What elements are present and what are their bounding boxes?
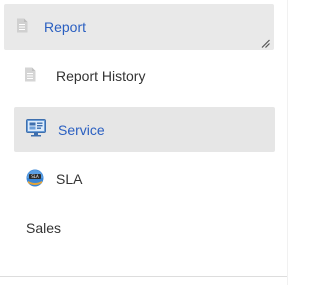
resize-handle-icon[interactable] <box>261 35 270 48</box>
menu-item-sales[interactable]: Sales <box>26 210 61 246</box>
sidebar-menu: Report Report History Service SLA SLA Sa… <box>0 0 293 285</box>
service-monitor-icon <box>26 119 46 140</box>
divider <box>0 276 287 277</box>
menu-item-report-history[interactable]: Report History <box>24 58 145 94</box>
menu-item-label: Sales <box>26 220 62 236</box>
report-group-label: Report <box>44 19 87 35</box>
document-icon <box>24 67 36 85</box>
menu-item-label: Report History <box>56 68 146 84</box>
report-group-header[interactable]: Report <box>4 4 274 50</box>
sla-globe-icon: SLA <box>26 169 44 190</box>
panel-edge <box>287 0 288 285</box>
menu-item-sla[interactable]: SLA SLA <box>26 161 82 197</box>
menu-item-service[interactable]: Service <box>14 107 275 152</box>
menu-item-label: SLA <box>56 171 83 187</box>
document-icon <box>16 18 28 36</box>
menu-item-label: Service <box>58 121 105 138</box>
svg-text:SLA: SLA <box>31 174 39 179</box>
